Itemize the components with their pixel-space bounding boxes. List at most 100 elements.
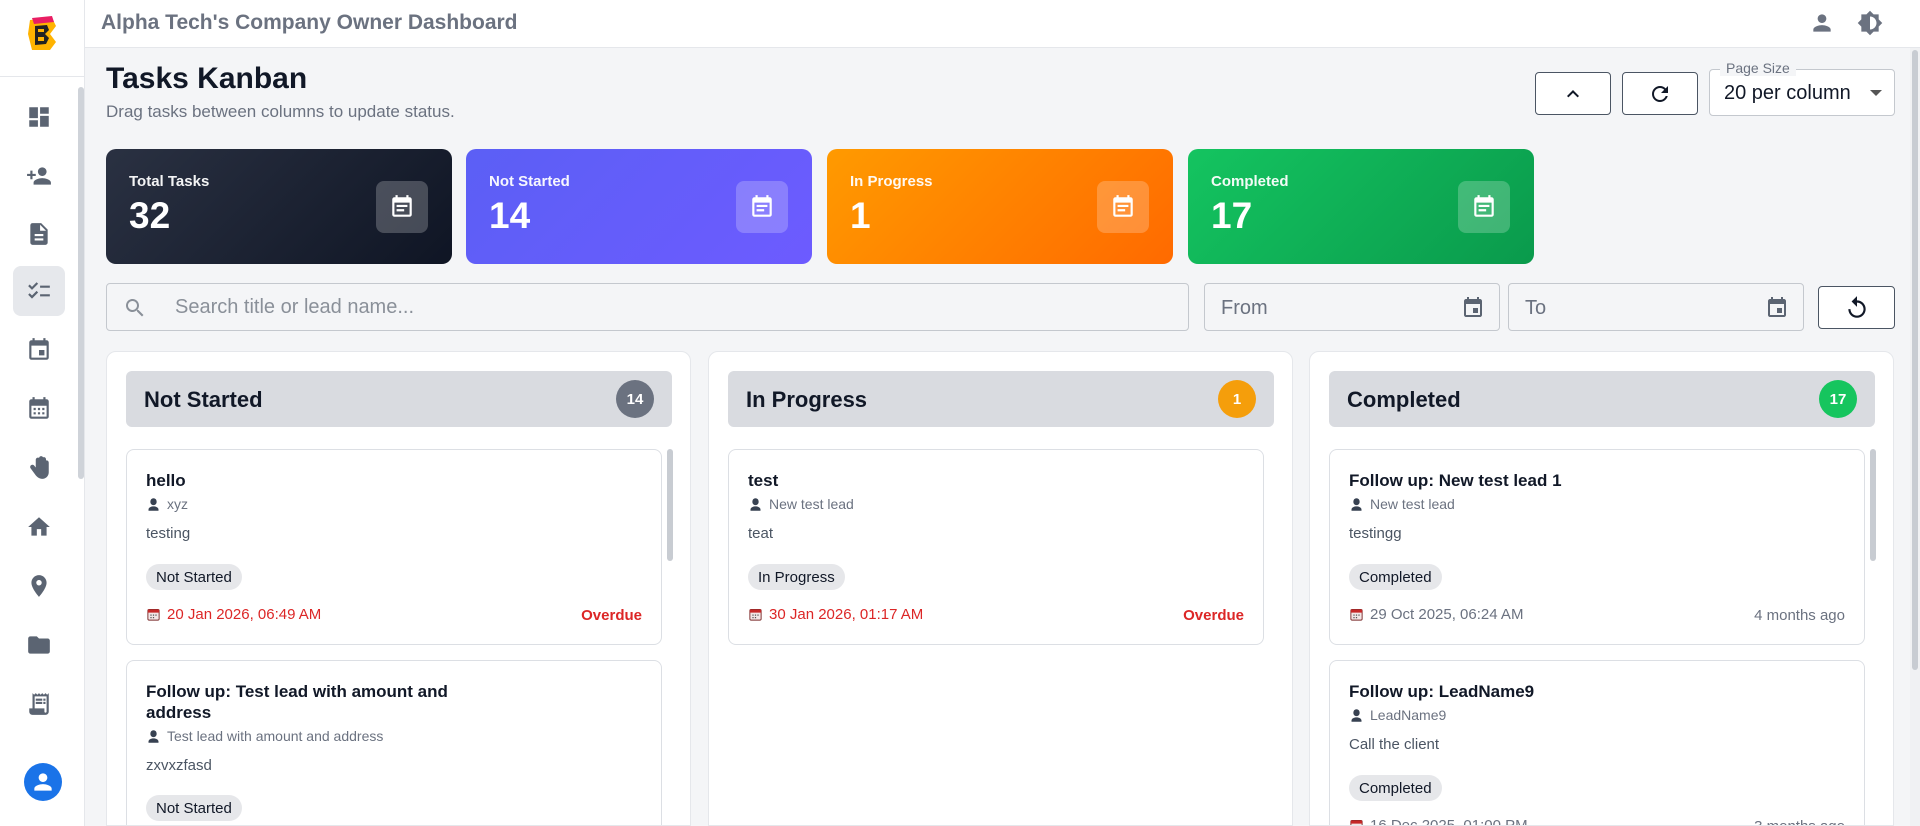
task-lead-name: New test lead (769, 496, 854, 512)
column-scrollbar[interactable] (667, 449, 673, 561)
stat-label: Completed (1211, 173, 1289, 190)
lead-person-icon (750, 497, 761, 511)
task-card[interactable]: hello xyz testing Not Started 20 Jan 202… (126, 449, 662, 645)
document-icon (30, 223, 48, 245)
task-lead: New test lead (1349, 496, 1455, 512)
task-card[interactable]: test New test lead teat In Progress 30 J… (728, 449, 1264, 645)
theme-toggle-button[interactable] (1857, 10, 1883, 36)
column-count-badge: 14 (616, 380, 654, 418)
column-header: In Progress 1 (728, 371, 1274, 427)
task-due-date-text: 29 Oct 2025, 06:24 AM (1370, 606, 1524, 623)
calendar-small-icon (749, 609, 762, 621)
calendar-small-icon (1350, 609, 1363, 621)
home-icon (28, 517, 50, 536)
lead-person-icon (1351, 497, 1362, 511)
user-avatar[interactable] (24, 763, 62, 801)
stat-label: Total Tasks (129, 173, 210, 190)
stat-total-tasks: Total Tasks 32 (106, 149, 452, 264)
nav-properties[interactable] (13, 502, 65, 552)
account-button[interactable] (1809, 10, 1835, 36)
collapse-button[interactable] (1535, 72, 1611, 115)
task-due-date: 20 Jan 2026, 06:49 AM (146, 606, 321, 623)
task-lead: Test lead with amount and address (146, 728, 383, 744)
stat-value: 14 (489, 195, 531, 236)
nav-files[interactable] (13, 620, 65, 670)
task-lead-name: Test lead with amount and address (167, 728, 384, 744)
calendar-note-icon (1097, 181, 1149, 233)
refresh-button[interactable] (1622, 72, 1698, 115)
nav-leads[interactable] (13, 151, 65, 201)
chevron-up-icon (1567, 89, 1579, 97)
column-completed: Completed 17 Follow up: New test lead 1 … (1309, 351, 1894, 826)
nav-calendar[interactable] (13, 384, 65, 434)
column-title: Completed (1347, 387, 1461, 412)
nav-invoices[interactable] (13, 679, 65, 729)
calendar-small-icon (147, 609, 160, 621)
calendar-icon[interactable] (1765, 296, 1789, 320)
calendar-month-icon (29, 397, 49, 419)
task-title: Follow up: LeadName9 (1349, 682, 1535, 701)
main-scrollbar-thumb[interactable] (1912, 50, 1918, 670)
nav-tasks[interactable] (13, 266, 65, 316)
page-size-select[interactable]: Page Size 20 per column (1709, 60, 1895, 116)
nav-dashboard[interactable] (13, 92, 65, 142)
from-date-label: From (1221, 297, 1268, 319)
column-title: Not Started (144, 387, 263, 412)
hand-icon (30, 456, 49, 479)
stat-in-progress: In Progress 1 (827, 149, 1173, 264)
top-bar: Alpha Tech's Company Owner Dashboard (85, 0, 1920, 48)
search-input[interactable] (175, 292, 1155, 322)
task-description: Call the client (1349, 736, 1440, 753)
status-chip: Completed (1349, 775, 1442, 801)
dashboard-icon (29, 107, 49, 127)
add-user-icon (27, 167, 51, 185)
calendar-note-icon (1458, 181, 1510, 233)
lead-person-icon (148, 497, 159, 511)
search-icon (126, 299, 144, 317)
app-logo[interactable] (22, 14, 62, 54)
task-lead: xyz (146, 496, 188, 512)
overdue-label: Overdue (1183, 607, 1244, 624)
task-card[interactable]: Follow up: New test lead 1 New test lead… (1329, 449, 1865, 645)
theme-toggle-icon (1857, 10, 1883, 36)
task-lead: LeadName9 (1349, 707, 1446, 723)
search-box[interactable] (106, 283, 1189, 331)
to-date-label: To (1525, 297, 1547, 319)
calendar-note-icon (736, 181, 788, 233)
page-size-label: Page Size (1720, 60, 1796, 76)
task-title: test (748, 471, 779, 490)
page-size-value: 20 per column (1724, 82, 1851, 104)
person-icon (34, 773, 52, 791)
lead-person-icon (148, 729, 159, 743)
task-description: teat (748, 525, 774, 542)
nav-locations[interactable] (13, 561, 65, 611)
app-title: Alpha Tech's Company Owner Dashboard (101, 11, 518, 34)
stat-not-started: Not Started 14 (466, 149, 812, 264)
page-subtitle: Drag tasks between columns to update sta… (106, 102, 455, 121)
folder-icon (28, 636, 50, 654)
nav-leave[interactable] (13, 443, 65, 493)
column-count-badge: 1 (1218, 380, 1256, 418)
relative-time: 3 months ago (1754, 818, 1845, 825)
to-date-field[interactable]: To (1508, 283, 1804, 331)
task-description: testing (146, 525, 191, 542)
calendar-icon[interactable] (1461, 296, 1485, 320)
overdue-label: Overdue (581, 607, 642, 624)
task-lead-name: New test lead (1370, 496, 1455, 512)
reset-icon (1847, 295, 1866, 318)
nav-events[interactable] (13, 325, 65, 375)
from-date-field[interactable]: From (1204, 283, 1500, 331)
status-chip: Not Started (146, 795, 242, 821)
column-scrollbar[interactable] (1870, 449, 1876, 561)
task-due-date-text: 20 Jan 2026, 06:49 AM (167, 606, 322, 623)
nav-documents[interactable] (13, 209, 65, 259)
sidebar-scrollbar[interactable] (78, 87, 84, 479)
task-card[interactable]: Follow up: Test lead with amount and add… (126, 660, 662, 825)
task-lead: New test lead (748, 496, 854, 512)
task-card[interactable]: Follow up: LeadName9 LeadName9 Call the … (1329, 660, 1865, 825)
task-description: zxvxzfasd (146, 757, 212, 774)
column-title: In Progress (746, 387, 868, 412)
reset-filters-button[interactable] (1818, 286, 1895, 329)
task-due-date-text: 30 Jan 2026, 01:17 AM (769, 606, 924, 623)
column-header: Not Started 14 (126, 371, 672, 427)
